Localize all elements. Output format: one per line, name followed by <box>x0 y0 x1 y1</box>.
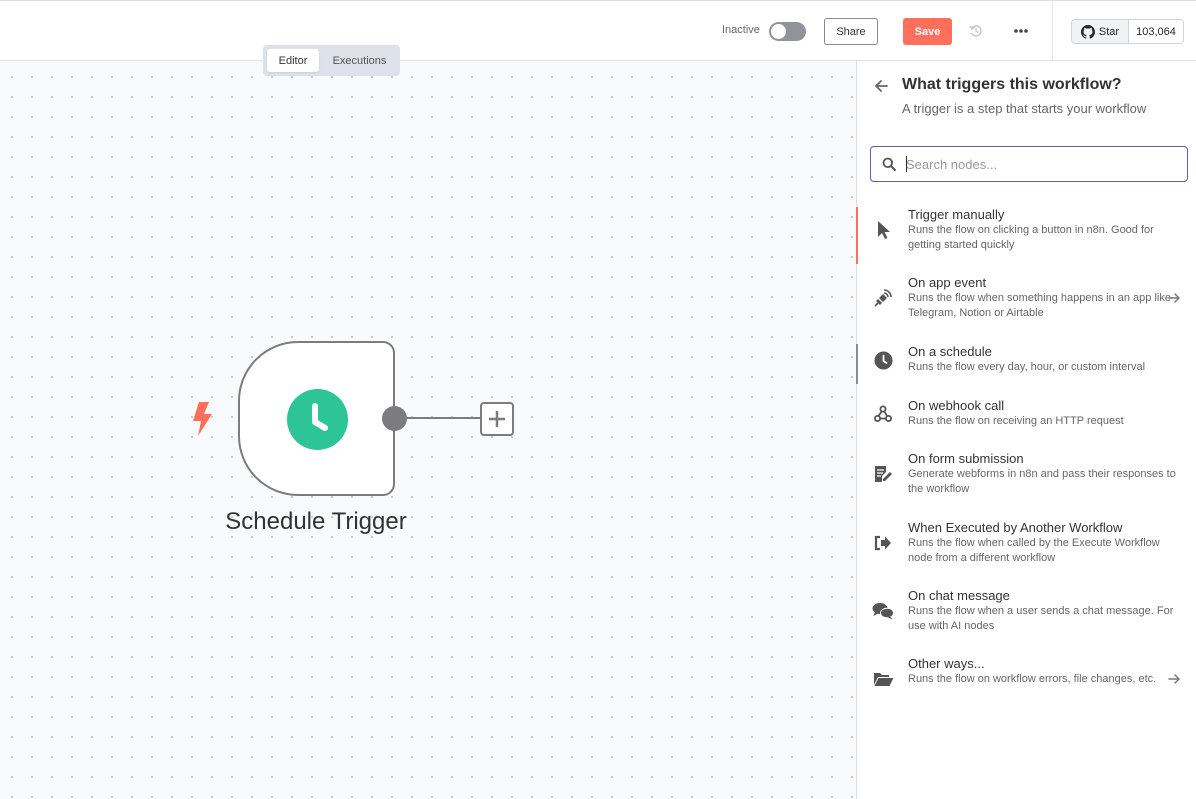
trigger-item-title: On app event <box>908 275 987 290</box>
connection-line <box>404 417 481 419</box>
github-star-label: Star <box>1098 25 1120 38</box>
trigger-item-title: Trigger manually <box>908 207 1005 222</box>
github-star-count[interactable]: 103,064 <box>1129 20 1183 43</box>
trigger-item-desc: Generate webforms in n8n and pass their … <box>908 468 1176 495</box>
trigger-item-chat[interactable]: On chat message Runs the flow when a use… <box>857 588 1196 645</box>
toggle-knob <box>771 24 786 39</box>
text-caret <box>906 156 907 172</box>
trigger-item-manual[interactable]: Trigger manually Runs the flow on clicki… <box>856 207 1196 264</box>
active-toggle[interactable] <box>769 22 806 41</box>
search-box[interactable] <box>870 146 1188 182</box>
share-button[interactable]: Share <box>824 18 878 45</box>
trigger-item-desc: Runs the flow when something happens in … <box>908 292 1171 319</box>
webhook-icon <box>872 403 894 425</box>
trigger-item-desc: Runs the flow every day, hour, or custom… <box>908 361 1146 373</box>
more-options-icon[interactable] <box>1012 23 1030 39</box>
trigger-item-app-event[interactable]: On app event Runs the flow when somethin… <box>857 275 1196 332</box>
hover-accent <box>856 344 858 384</box>
trigger-item-desc: Runs the flow when a user sends a chat m… <box>908 605 1174 632</box>
trigger-item-desc: Runs the flow when called by the Execute… <box>908 537 1160 564</box>
clock-icon <box>287 389 348 450</box>
trigger-item-title: On form submission <box>908 451 1024 466</box>
arrow-right-icon <box>1168 674 1180 684</box>
trigger-item-sub-workflow[interactable]: When Executed by Another Workflow Runs t… <box>857 520 1196 577</box>
clock-icon <box>872 349 894 371</box>
tab-editor[interactable]: Editor <box>267 49 319 72</box>
satellite-icon <box>872 287 894 309</box>
trigger-item-desc: Runs the flow on receiving an HTTP reque… <box>908 415 1124 427</box>
panel-title: What triggers this workflow? <box>902 76 1122 93</box>
folder-open-icon <box>872 668 894 690</box>
form-icon <box>872 463 894 485</box>
undo-icon[interactable] <box>968 23 984 39</box>
github-star-button[interactable]: Star 103,064 <box>1071 19 1184 44</box>
plus-icon <box>489 411 505 427</box>
trigger-item-other[interactable]: Other ways... Runs the flow on workflow … <box>857 656 1196 713</box>
arrow-right-icon <box>1168 293 1180 303</box>
top-bar: Inactive Share Save Star 103,064 <box>0 0 1196 62</box>
trigger-item-desc: Runs the flow on clicking a button in n8… <box>908 224 1154 251</box>
tab-executions[interactable]: Executions <box>323 49 396 72</box>
trigger-item-title: On a schedule <box>908 344 992 359</box>
trigger-item-title: When Executed by Another Workflow <box>908 520 1123 535</box>
workflow-status-label: Inactive <box>722 24 760 36</box>
header-divider <box>1052 1 1053 62</box>
search-icon <box>882 157 896 171</box>
trigger-bolt-icon <box>193 402 212 436</box>
trigger-item-webhook[interactable]: On webhook call Runs the flow on receivi… <box>857 398 1196 438</box>
trigger-panel: What triggers this workflow? A trigger i… <box>856 61 1196 799</box>
trigger-item-desc: Runs the flow on workflow errors, file c… <box>908 673 1157 685</box>
selected-accent <box>856 207 858 264</box>
search-input[interactable] <box>906 154 1176 174</box>
cursor-icon <box>872 219 894 241</box>
save-button[interactable]: Save <box>903 18 952 45</box>
trigger-item-title: On webhook call <box>908 398 1005 413</box>
trigger-item-schedule[interactable]: On a schedule Runs the flow every day, h… <box>856 344 1196 384</box>
add-node-button[interactable] <box>480 402 514 436</box>
schedule-trigger-node[interactable] <box>238 341 395 496</box>
node-label: Schedule Trigger <box>225 508 407 535</box>
trigger-item-title: On chat message <box>908 588 1010 603</box>
github-star-part[interactable]: Star <box>1072 20 1129 43</box>
trigger-item-form[interactable]: On form submission Generate webforms in … <box>857 451 1196 508</box>
github-icon <box>1080 24 1095 39</box>
panel-subtitle: A trigger is a step that starts your wor… <box>902 101 1147 116</box>
workflow-canvas[interactable] <box>0 61 856 799</box>
trigger-item-title: Other ways... <box>908 656 985 671</box>
view-tabs: Editor Executions <box>263 45 400 76</box>
chat-icon <box>872 600 894 622</box>
sign-in-icon <box>872 532 894 554</box>
back-arrow-icon[interactable] <box>873 78 889 94</box>
